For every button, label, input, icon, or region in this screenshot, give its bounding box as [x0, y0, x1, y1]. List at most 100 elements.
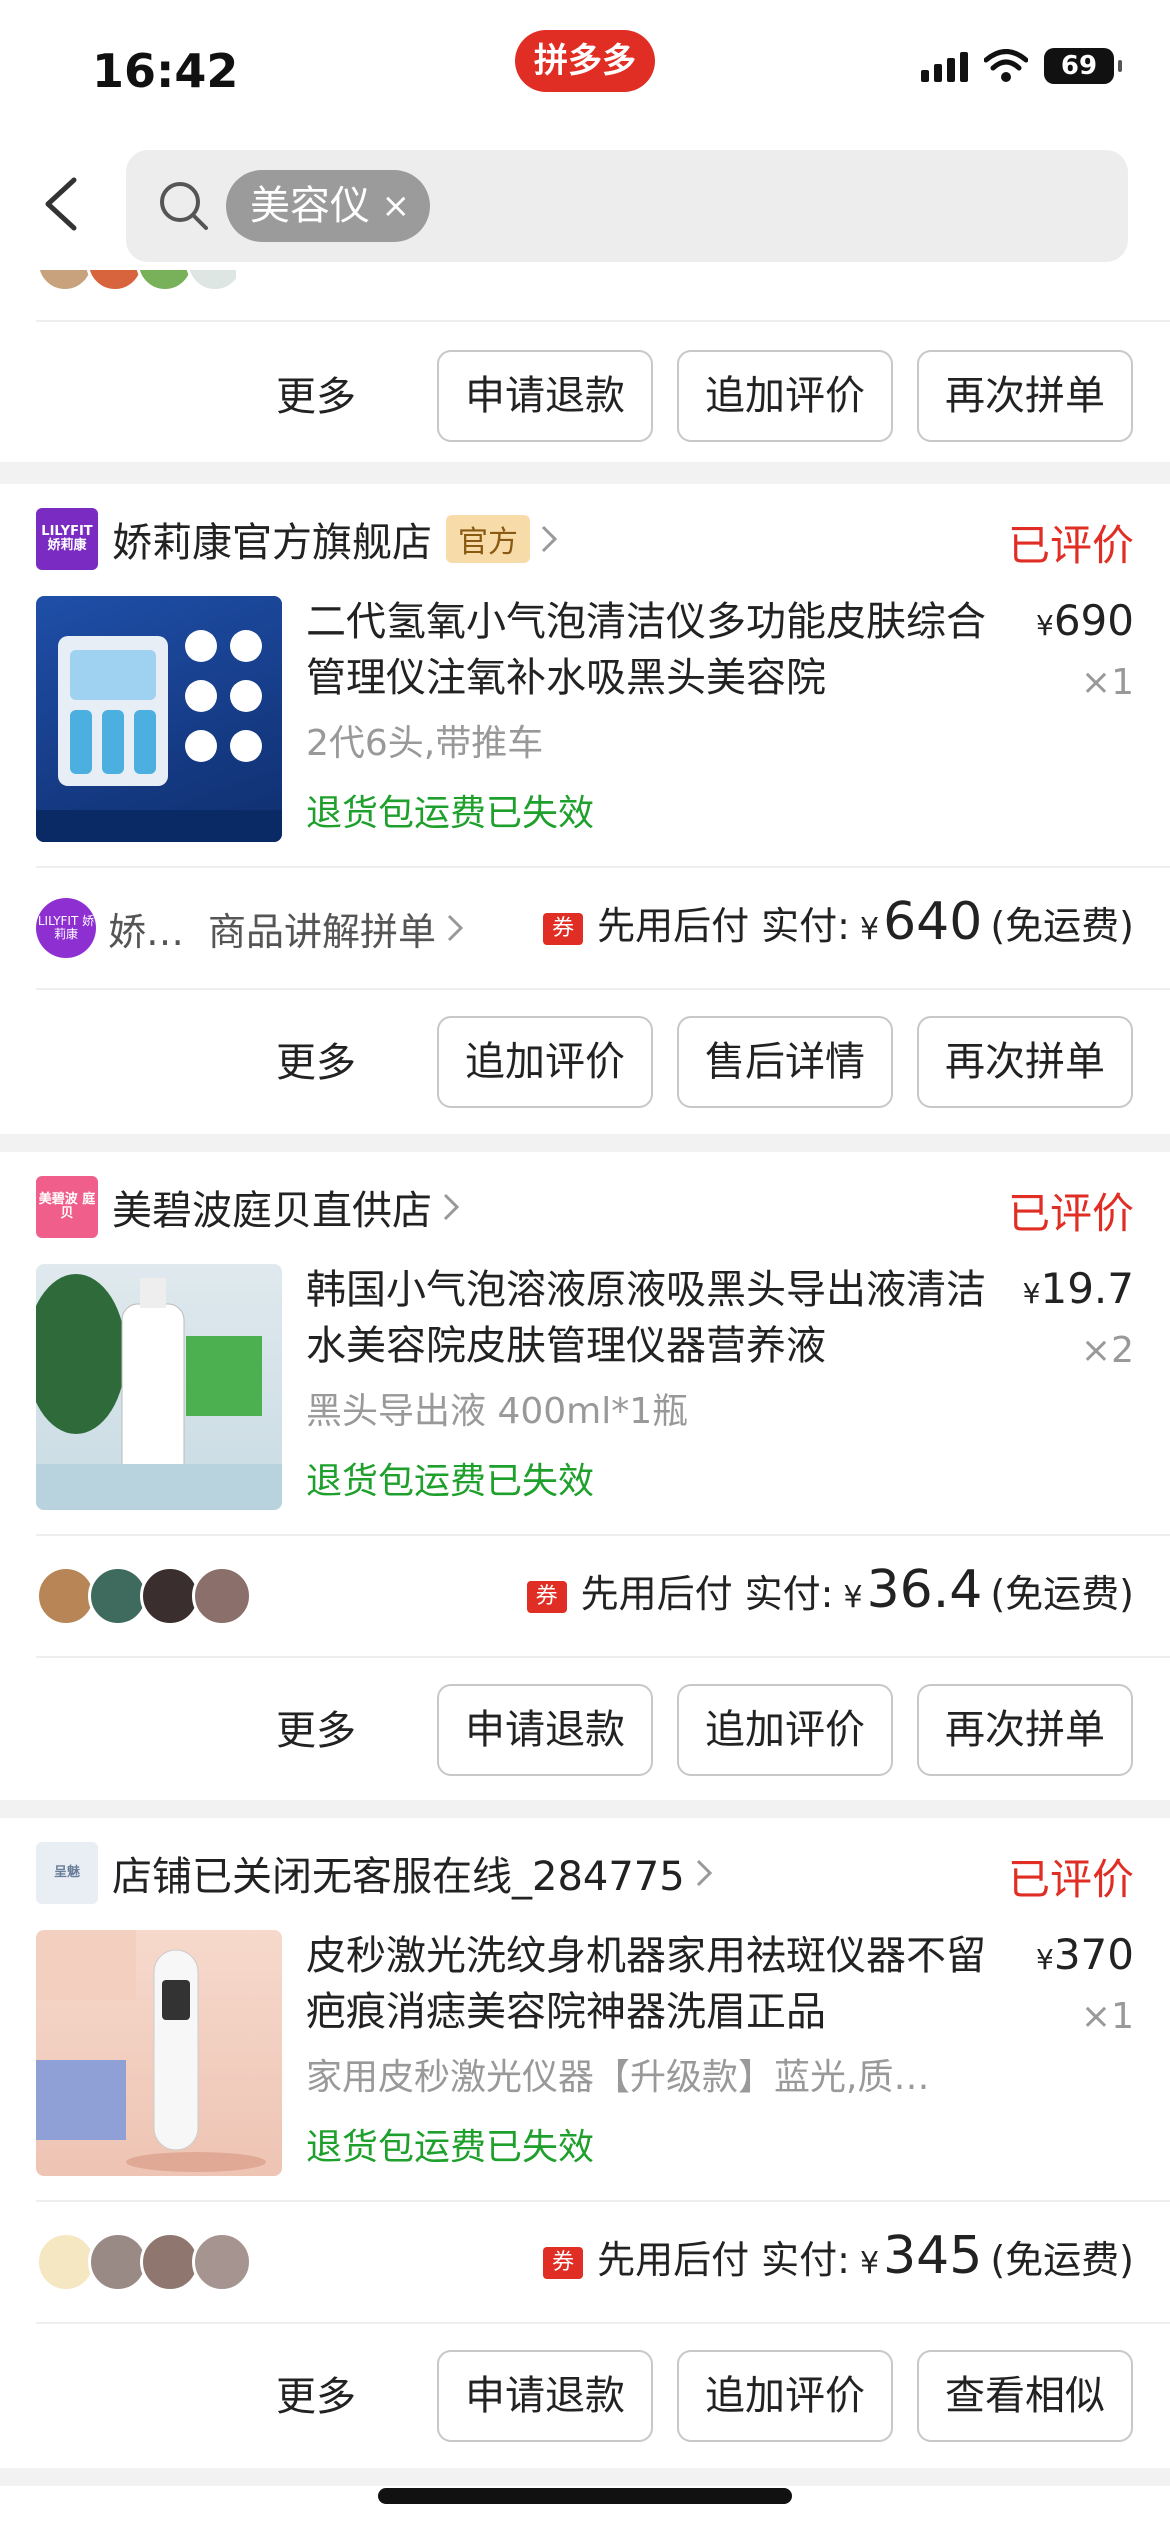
refund-button[interactable]: 申请退款 — [437, 350, 653, 442]
view-similar-button[interactable]: 查看相似 — [917, 2350, 1133, 2442]
reorder-button[interactable]: 再次拼单 — [917, 1684, 1133, 1776]
currency-symbol: ¥ — [1022, 1277, 1041, 1310]
group-avatars[interactable] — [36, 1566, 252, 1626]
status-icons: 69 — [921, 48, 1122, 84]
search-icon — [160, 182, 208, 230]
shipping-note: (免运费) — [990, 2238, 1134, 2282]
chevron-right-icon — [696, 1859, 712, 1887]
order-card: 美碧波 庭贝 美碧波庭贝直供店 已评价 韩国小气泡溶液原液吸黑头导出液清洁水美容… — [0, 1152, 1170, 1800]
product-spec: 黑头导出液 400ml*1瓶 — [306, 1391, 689, 1432]
product-image[interactable] — [36, 596, 282, 842]
product-spec: 家用皮秒激光仪器【升级款】蓝光,质… — [306, 2057, 930, 2098]
search-keyword: 美容仪 — [250, 183, 370, 229]
avatar — [88, 1566, 148, 1626]
coupon-icon: 券 — [543, 913, 584, 945]
product-image[interactable] — [36, 1264, 282, 1510]
coupon-icon: 券 — [526, 1581, 567, 1613]
shop-header[interactable]: 呈魅 店铺已关闭无客服在线_284775 — [36, 1840, 713, 1906]
avatar — [192, 2232, 252, 2292]
product-title[interactable]: 皮秒激光洗纹身机器家用祛斑仪器不留疤痕消痣美容院神器洗眉正品 — [306, 1928, 986, 2040]
chevron-right-icon — [443, 1193, 460, 1221]
pay-label: 先用后付 实付: — [580, 1572, 834, 1616]
product-image-art — [36, 1930, 266, 2172]
product-title[interactable]: 韩国小气泡溶液原液吸黑头导出液清洁水美容院皮肤管理仪器营养液 — [306, 1262, 986, 1374]
currency-symbol: ¥ — [1036, 609, 1054, 642]
product-image[interactable] — [36, 1930, 282, 2176]
shop-logo: LILYFIT 娇莉康 — [36, 508, 98, 570]
shop-name: 店铺已关闭无客服在线_284775 — [112, 1854, 685, 1900]
after-sale-details-button[interactable]: 售后详情 — [677, 1016, 893, 1108]
brand-logo: 拼多多 — [515, 30, 655, 92]
add-review-button[interactable]: 追加评价 — [677, 2350, 893, 2442]
order-actions: 更多 申请退款 追加评价 再次拼单 — [0, 1658, 1170, 1788]
order-status: 已评价 — [1007, 521, 1134, 570]
shop-header[interactable]: LILYFIT 娇莉康 娇莉康官方旗舰店 官方 — [36, 506, 558, 572]
order-card: LILYFIT 娇莉康 娇莉康官方旗舰店 官方 已评价 二代氢氧小气泡清洁仪多功… — [0, 484, 1170, 1134]
avatar — [86, 270, 144, 292]
shop-logo: 美碧波 庭贝 — [36, 1176, 98, 1238]
avatar — [186, 270, 236, 292]
avatar — [88, 2232, 148, 2292]
avatar — [136, 270, 194, 292]
divider — [36, 320, 1170, 322]
shipping-note: (免运费) — [990, 904, 1134, 948]
refund-button[interactable]: 申请退款 — [437, 1684, 653, 1776]
order-card: 呈魅 店铺已关闭无客服在线_284775 已评价 皮秒激光洗纹身机器家用祛斑仪器… — [0, 1818, 1170, 2468]
return-shipping-notice: 退货包运费已失效 — [306, 793, 595, 834]
currency-symbol: ¥ — [859, 912, 880, 947]
price-value: 690 — [1053, 596, 1134, 645]
live-explain-link[interactable]: LILYFIT 娇莉康 娇… 商品讲解拼单 — [36, 898, 464, 958]
add-review-button[interactable]: 追加评价 — [437, 1016, 653, 1108]
avatar — [36, 270, 94, 292]
shop-avatar: LILYFIT 娇莉康 — [36, 898, 96, 958]
wifi-icon — [984, 49, 1028, 82]
pay-label: 先用后付 实付: — [597, 904, 850, 948]
reorder-button[interactable]: 再次拼单 — [917, 350, 1133, 442]
avatars — [36, 270, 236, 292]
refund-button[interactable]: 申请退款 — [437, 2350, 653, 2442]
more-button[interactable]: 更多 — [276, 364, 356, 422]
return-shipping-notice: 退货包运费已失效 — [306, 1461, 595, 1502]
more-button[interactable]: 更多 — [276, 1030, 356, 1088]
shop-name: 美碧波庭贝直供店 — [112, 1188, 432, 1234]
more-button[interactable]: 更多 — [276, 1698, 356, 1756]
currency-symbol: ¥ — [1036, 1943, 1054, 1976]
group-avatars[interactable] — [36, 2232, 252, 2292]
shop-header[interactable]: 美碧波 庭贝 美碧波庭贝直供店 — [36, 1174, 460, 1240]
unit-price: ¥370 — [1036, 1930, 1134, 1979]
product-image-art — [36, 1274, 282, 1510]
clear-keyword-icon[interactable]: × — [382, 170, 411, 242]
return-shipping-notice: 退货包运费已失效 — [306, 2127, 595, 2168]
pay-amount: 640 — [883, 892, 983, 952]
add-review-button[interactable]: 追加评价 — [677, 1684, 893, 1776]
quantity: ×2 — [1080, 1330, 1134, 1371]
order-status: 已评价 — [1007, 1189, 1134, 1238]
payment-summary: 券 先用后付 实付: ¥ 36.4 (免运费) — [526, 1560, 1134, 1620]
chevron-right-icon — [541, 525, 558, 553]
payment-row: 券 先用后付 实付: ¥ 36.4 (免运费) — [0, 1536, 1170, 1656]
order-card-partial: 更多 申请退款 追加评价 再次拼单 — [0, 270, 1170, 462]
product-title[interactable]: 二代氢氧小气泡清洁仪多功能皮肤综合管理仪注氧补水吸黑头美容院 — [306, 594, 986, 706]
unit-price: ¥690 — [1036, 596, 1134, 645]
shipping-note: (免运费) — [990, 1572, 1134, 1616]
payment-row: LILYFIT 娇莉康 娇… 商品讲解拼单 券 先用后付 实付: ¥ 640 (… — [0, 868, 1170, 988]
coupon-icon: 券 — [543, 2247, 584, 2279]
price-value: 370 — [1053, 1930, 1134, 1979]
back-icon[interactable] — [34, 174, 94, 234]
chevron-right-icon — [447, 914, 464, 942]
avatar — [36, 2232, 96, 2292]
official-badge: 官方 — [446, 515, 530, 563]
search-keyword-chip[interactable]: 美容仪 × — [226, 170, 430, 242]
battery-icon: 69 — [1044, 48, 1122, 84]
avatar — [36, 1566, 96, 1626]
more-button[interactable]: 更多 — [276, 2364, 356, 2422]
avatar — [140, 1566, 200, 1626]
add-review-button[interactable]: 追加评价 — [677, 350, 893, 442]
reorder-button[interactable]: 再次拼单 — [917, 1016, 1133, 1108]
search-input[interactable]: 美容仪 × — [126, 150, 1128, 262]
quantity: ×1 — [1080, 662, 1134, 703]
shop-name: 娇莉康官方旗舰店 — [112, 520, 432, 566]
status-bar: 16:42 拼多多 69 — [0, 0, 1170, 140]
home-indicator[interactable] — [378, 2488, 792, 2504]
price-value: 19.7 — [1040, 1264, 1134, 1313]
